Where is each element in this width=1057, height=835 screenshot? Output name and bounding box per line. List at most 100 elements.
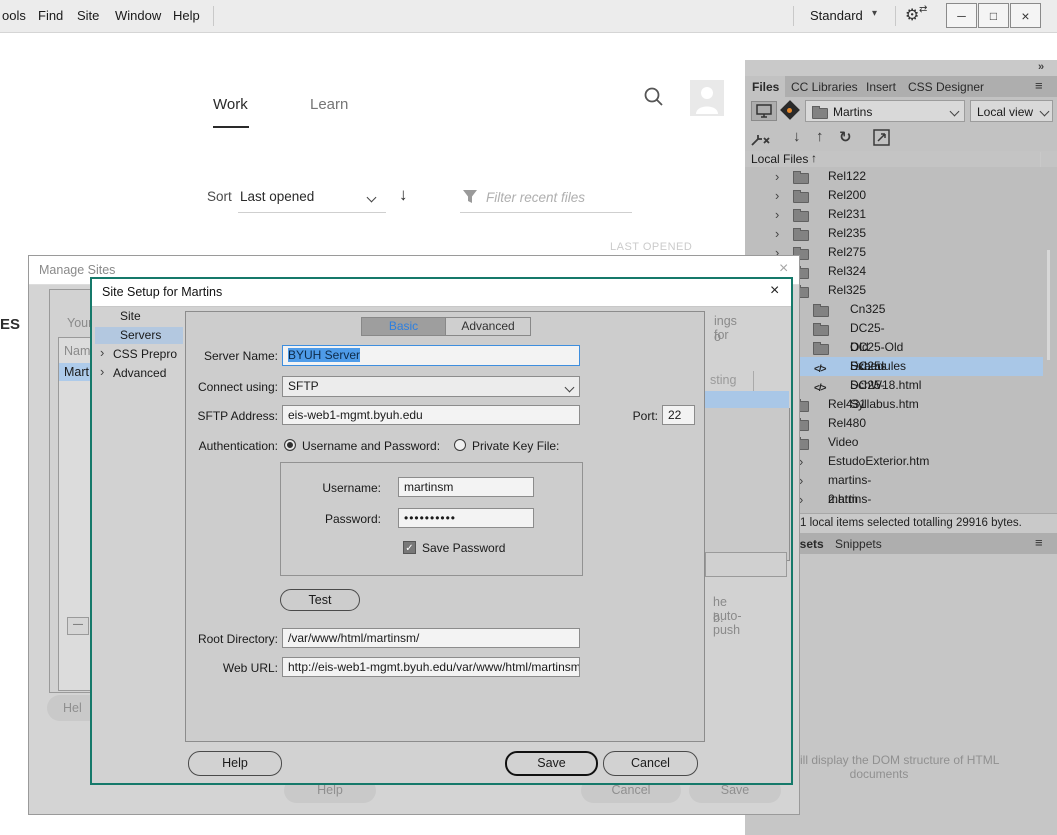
save-password-label[interactable]: Save Password: [422, 541, 505, 555]
close-button[interactable]: ×: [1010, 3, 1041, 28]
background-text-fragment: ES: [0, 316, 20, 333]
expand-chevron-icon[interactable]: ›: [775, 224, 779, 243]
ghost-selected-row: [705, 391, 789, 408]
panel-menu-icon[interactable]: ≡: [1035, 535, 1043, 550]
status-text: 1 local items selected totalling 29916 b…: [800, 517, 1022, 529]
menu-item-tools[interactable]: ools: [2, 8, 26, 23]
manage-sites-close-icon[interactable]: ×: [779, 260, 788, 278]
sidebar-chevron-icon[interactable]: ›: [100, 345, 104, 360]
server-name-selected-text: BYUH Server: [288, 348, 360, 362]
port-input[interactable]: 22: [662, 405, 695, 425]
password-input[interactable]: ••••••••••: [398, 508, 534, 528]
tree-item-label: Rel200: [828, 186, 866, 205]
site-setup-close-icon[interactable]: ×: [770, 282, 779, 300]
site-dropdown[interactable]: Martins: [805, 100, 965, 122]
private-key-radio-label[interactable]: Private Key File:: [472, 439, 559, 453]
remove-site-button[interactable]: —: [67, 617, 89, 635]
sftp-address-input[interactable]: eis-web1-mgmt.byuh.edu: [282, 405, 580, 425]
dock-header: »: [745, 60, 1057, 76]
tab-insert[interactable]: Insert: [866, 80, 896, 94]
connect-using-value: SFTP: [288, 379, 319, 393]
save-label: Save: [721, 783, 750, 797]
ghost-small-box: [705, 552, 787, 577]
panel-menu-icon[interactable]: ≡: [1035, 78, 1043, 93]
menu-bar: ools Find Site Window Help Standard ▾ ⚙ …: [0, 0, 1057, 33]
menu-item-site[interactable]: Site: [77, 8, 99, 23]
workspace-switcher[interactable]: Standard: [810, 8, 863, 23]
put-files-icon[interactable]: ↑: [816, 128, 824, 145]
maximize-button[interactable]: □: [978, 3, 1009, 28]
sync-arrows-icon[interactable]: ⇄: [919, 4, 927, 15]
cancel-label: Cancel: [612, 783, 651, 797]
connect-using-select[interactable]: SFTP: [282, 376, 580, 397]
tab-work[interactable]: Work: [213, 96, 248, 113]
test-button[interactable]: Test: [280, 589, 360, 611]
help-partial-label: Hel: [63, 701, 82, 715]
files-panel-controls: Martins Local view: [745, 97, 1057, 125]
username-password-radio[interactable]: [284, 439, 296, 451]
ghost-column-divider: [753, 371, 754, 391]
port-label: Port:: [598, 409, 658, 423]
expand-chevron-icon[interactable]: ›: [775, 205, 779, 224]
tree-item-label: Rel480: [828, 414, 866, 433]
tab-files[interactable]: Files: [752, 80, 779, 94]
expand-chevron-icon[interactable]: ›: [775, 167, 779, 186]
help-button[interactable]: Help: [188, 751, 282, 776]
tab-cc-libraries[interactable]: CC Libraries: [791, 80, 858, 94]
save-button[interactable]: Save: [505, 751, 598, 776]
refresh-icon[interactable]: ↻: [839, 128, 852, 146]
tree-item-label: Rel122: [828, 167, 866, 186]
site-setup-titlebar[interactable]: Site Setup for Martins ×: [92, 279, 791, 307]
search-icon[interactable]: [643, 86, 665, 108]
menu-item-window[interactable]: Window: [115, 8, 161, 23]
tree-scrollbar[interactable]: [1047, 250, 1050, 360]
expand-panel-icon[interactable]: [873, 129, 890, 146]
ghost-testing-column: sting: [710, 373, 736, 387]
site-setup-dialog: Site Setup for Martins × Site Servers › …: [90, 277, 793, 785]
work-tab-underline: [213, 126, 249, 128]
tab-snippets[interactable]: Snippets: [835, 537, 882, 551]
tab-advanced[interactable]: Advanced: [446, 317, 531, 336]
filter-input[interactable]: Filter recent files: [486, 190, 585, 205]
files-toolbar: ↓ ↑ ↻: [745, 125, 1057, 151]
sort-dropdown[interactable]: Last opened: [240, 189, 314, 204]
column-divider: [1040, 152, 1041, 167]
root-directory-input[interactable]: /var/www/html/martinsm/: [282, 628, 580, 648]
sidebar-item-advanced[interactable]: Advanced: [113, 366, 166, 380]
code-file-icon: </>: [814, 379, 825, 398]
username-password-radio-label[interactable]: Username and Password:: [302, 439, 440, 453]
sftp-address-label: SFTP Address:: [186, 409, 278, 423]
save-password-checkbox[interactable]: ✓: [403, 541, 416, 554]
get-files-icon[interactable]: ↓: [793, 128, 801, 145]
sidebar-servers-label: Servers: [120, 328, 161, 342]
sidebar-item-css-preprocessors[interactable]: CSS Prepro: [113, 347, 177, 361]
view-dropdown[interactable]: Local view: [970, 100, 1053, 122]
server-name-input[interactable]: BYUH Server: [282, 345, 580, 366]
web-url-input[interactable]: http://eis-web1-mgmt.byuh.edu/var/www/ht…: [282, 657, 580, 677]
web-url-value: http://eis-web1-mgmt.byuh.edu/var/www/ht…: [288, 660, 580, 674]
minimize-button[interactable]: ─: [946, 3, 977, 28]
menu-item-help[interactable]: Help: [173, 8, 200, 23]
sync-settings-gear-icon[interactable]: ⚙: [905, 5, 919, 25]
sidebar-chevron-icon[interactable]: ›: [100, 364, 104, 379]
sort-direction-icon[interactable]: ↓: [399, 185, 408, 205]
workspace-caret-icon[interactable]: ▾: [872, 8, 877, 19]
cancel-button[interactable]: Cancel: [603, 751, 698, 776]
tab-css-designer[interactable]: CSS Designer: [908, 80, 984, 94]
tab-learn[interactable]: Learn: [310, 96, 348, 113]
username-input[interactable]: martinsm: [398, 477, 534, 497]
folder-icon: [813, 306, 829, 317]
sidebar-item-servers[interactable]: Servers: [95, 327, 183, 344]
private-key-radio[interactable]: [454, 439, 466, 451]
collapse-panels-icon[interactable]: »: [1038, 61, 1044, 73]
avatar[interactable]: [690, 80, 724, 116]
expand-chevron-icon[interactable]: ›: [775, 186, 779, 205]
tab-basic[interactable]: Basic: [361, 317, 446, 336]
show-site-files-button[interactable]: [751, 101, 777, 121]
sidebar-item-site[interactable]: Site: [120, 309, 141, 323]
tree-column-header[interactable]: Local Files ↑: [745, 151, 1057, 168]
connect-server-icon[interactable]: [750, 129, 772, 147]
git-icon-dot: [787, 108, 792, 113]
web-url-label: Web URL:: [186, 661, 278, 675]
menu-item-find[interactable]: Find: [38, 8, 63, 23]
